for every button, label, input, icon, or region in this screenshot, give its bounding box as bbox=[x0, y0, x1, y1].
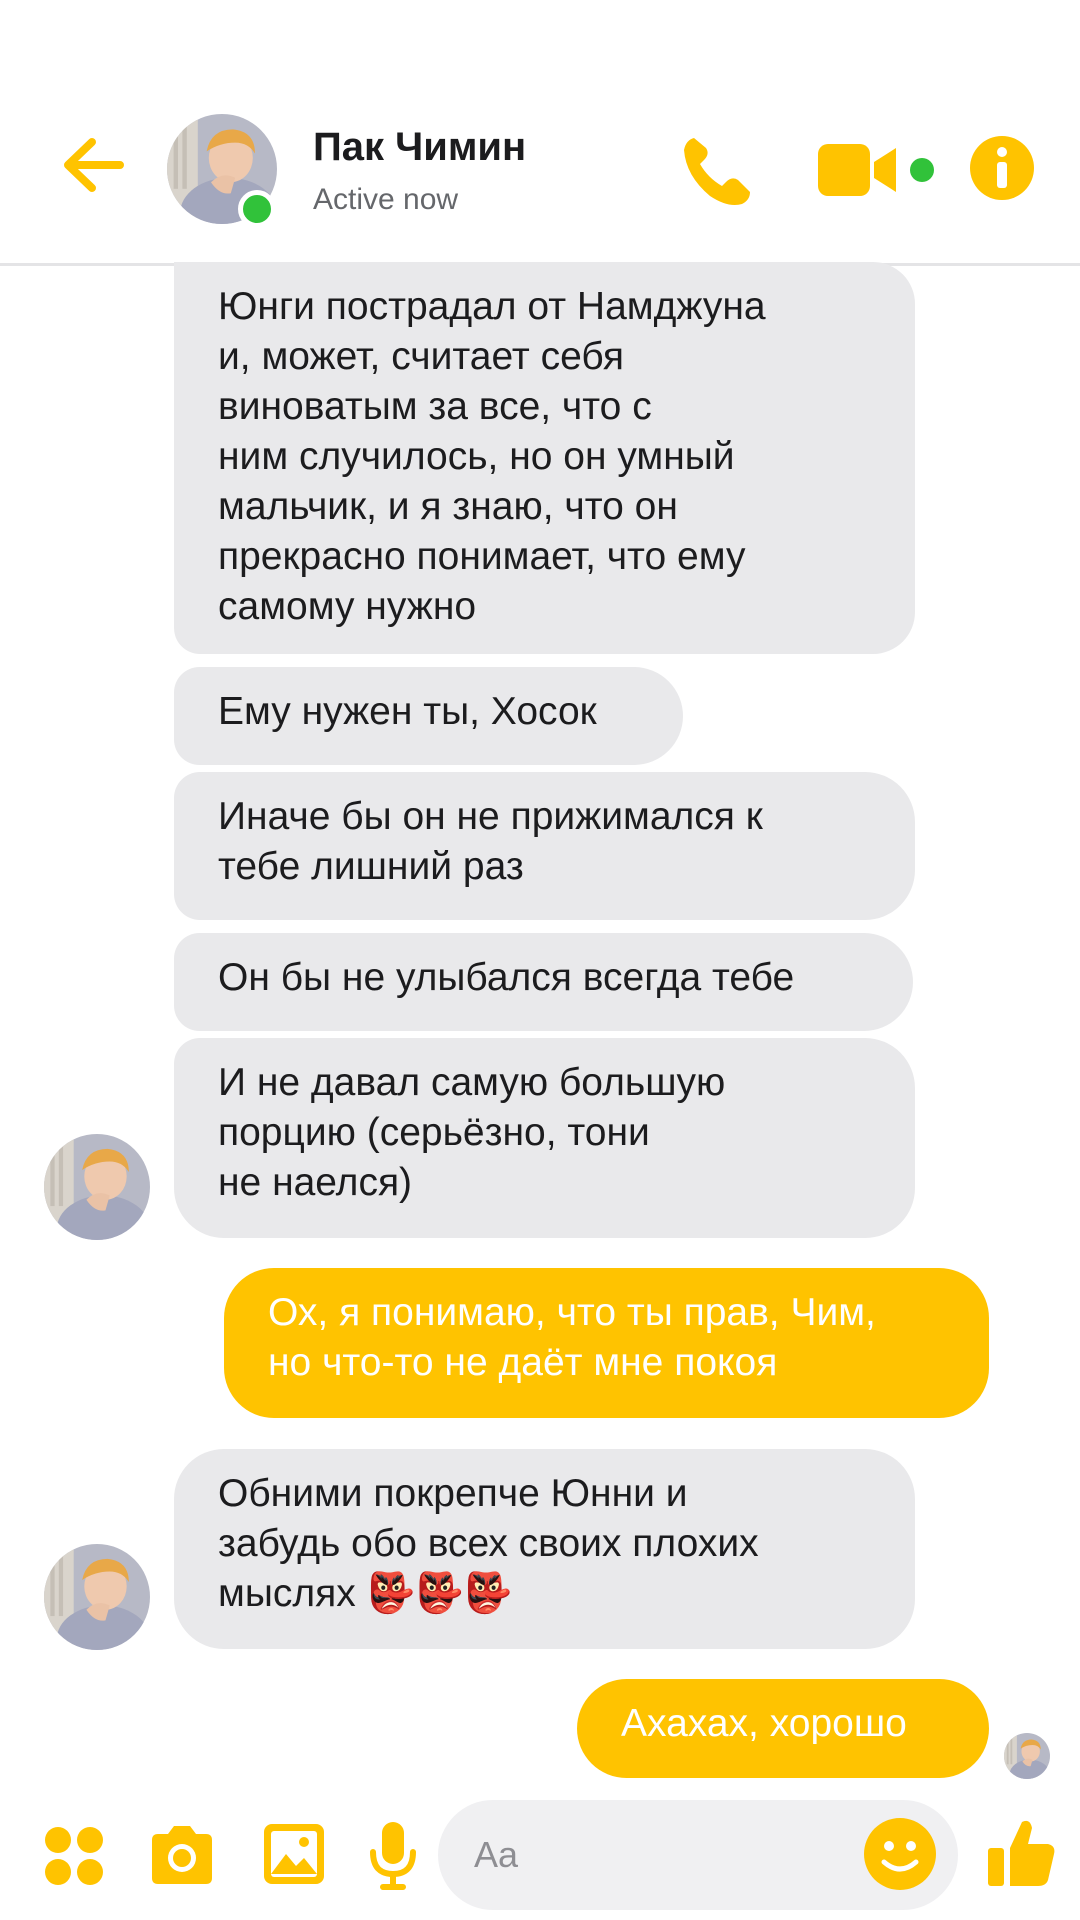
sender-avatar[interactable] bbox=[44, 1134, 150, 1240]
message-bubble-outgoing[interactable]: Ох, я понимаю, что ты прав, Чим, но что-… bbox=[224, 1268, 989, 1418]
message-bubble-incoming[interactable]: Он бы не улыбался всегда тебе bbox=[174, 933, 913, 1031]
message-bubble-incoming[interactable]: Иначе бы он не прижимался к тебе лишний … bbox=[174, 772, 915, 920]
camera-icon[interactable] bbox=[148, 1824, 216, 1886]
chat-header: Пак Чимин Active now bbox=[0, 0, 1080, 266]
online-indicator bbox=[238, 190, 276, 228]
message-bubble-incoming[interactable]: И не давал самую большую порцию (серьёзн… bbox=[174, 1038, 915, 1238]
thumbs-up-icon[interactable] bbox=[988, 1818, 1056, 1888]
info-icon[interactable] bbox=[968, 134, 1036, 202]
message-input-wrapper[interactable] bbox=[438, 1800, 958, 1910]
image-icon[interactable] bbox=[262, 1822, 326, 1886]
sender-avatar[interactable] bbox=[44, 1544, 150, 1650]
message-bubble-incoming[interactable]: Юнги пострадал от Намджуна и, может, счи… bbox=[174, 262, 915, 654]
message-bubble-outgoing[interactable]: Ахахах, хорошо bbox=[577, 1679, 989, 1778]
message-bubble-incoming[interactable]: Обними покрепче Юнни и забудь обо всех с… bbox=[174, 1449, 915, 1649]
contact-name[interactable]: Пак Чимин bbox=[313, 125, 526, 170]
microphone-icon[interactable] bbox=[368, 1820, 418, 1892]
phone-icon[interactable] bbox=[676, 132, 756, 212]
message-bubble-incoming[interactable]: Ему нужен ты, Хосок bbox=[174, 667, 683, 765]
four-dots-icon[interactable] bbox=[44, 1826, 104, 1886]
smiley-icon[interactable] bbox=[862, 1816, 938, 1892]
arrow-left-icon[interactable] bbox=[58, 130, 128, 200]
contact-status: Active now bbox=[313, 183, 459, 216]
seen-indicator-avatar bbox=[1004, 1733, 1050, 1779]
message-input[interactable] bbox=[474, 1828, 854, 1882]
video-camera-icon[interactable] bbox=[818, 140, 936, 200]
